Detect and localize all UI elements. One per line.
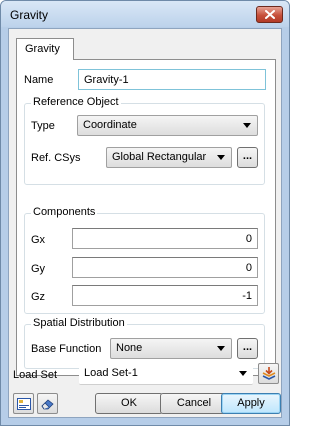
- chevron-down-icon: [217, 155, 225, 160]
- components-title: Components: [31, 206, 98, 218]
- load-set-select-value: Load Set-1: [84, 367, 138, 379]
- gravity-dialog: Gravity Gravity Name Reference Object Ty…: [0, 0, 290, 426]
- cancel-button[interactable]: Cancel: [160, 393, 228, 414]
- gy-input[interactable]: [72, 257, 258, 278]
- base-function-select[interactable]: None: [110, 338, 232, 359]
- close-icon: [264, 10, 275, 19]
- reference-object-title: Reference Object: [31, 96, 121, 108]
- type-label: Type: [31, 120, 55, 132]
- gz-label: Gz: [31, 291, 46, 303]
- close-button[interactable]: [256, 6, 283, 23]
- gy-label: Gy: [31, 263, 46, 275]
- ok-button[interactable]: OK: [95, 393, 163, 414]
- gx-label: Gx: [31, 234, 46, 246]
- ref-csys-label: Ref. CSys: [31, 152, 81, 164]
- chevron-down-icon: [217, 346, 225, 351]
- gz-input[interactable]: [72, 285, 258, 306]
- base-function-browse-button[interactable]: ...: [237, 338, 258, 359]
- type-select-value: Coordinate: [83, 119, 137, 131]
- ref-csys-browse-button[interactable]: ...: [237, 147, 258, 168]
- tab-gravity[interactable]: Gravity: [16, 38, 74, 60]
- spatial-distribution-group: Spatial Distribution Base Function None …: [24, 317, 265, 369]
- tab-gravity-label: Gravity: [25, 43, 60, 55]
- eraser-icon: [40, 398, 54, 409]
- chevron-down-icon: [243, 123, 251, 128]
- tab-panel: Name Reference Object Type Coordinate Re…: [16, 59, 276, 376]
- base-function-select-value: None: [116, 342, 143, 354]
- ref-csys-select[interactable]: Global Rectangular: [106, 147, 232, 168]
- ref-csys-select-value: Global Rectangular: [112, 151, 207, 163]
- panel-icon: [16, 397, 31, 410]
- window-title: Gravity: [10, 8, 49, 22]
- load-set-label: Load Set: [13, 369, 58, 381]
- dialog-body: Gravity Name Reference Object Type Coord…: [8, 28, 282, 418]
- spatial-distribution-title: Spatial Distribution: [31, 317, 127, 329]
- layers-arrow-icon: [262, 366, 275, 380]
- apply-button[interactable]: Apply: [221, 393, 281, 414]
- reference-object-group: Reference Object Type Coordinate Ref. CS…: [24, 96, 265, 185]
- name-label: Name: [24, 74, 54, 86]
- load-set-select[interactable]: Load Set-1: [79, 364, 253, 385]
- base-function-label: Base Function: [31, 343, 102, 355]
- components-group: Components Gx Gy Gz: [24, 206, 265, 314]
- name-input[interactable]: [78, 69, 266, 90]
- load-set-manager-button[interactable]: [258, 363, 279, 384]
- clear-button[interactable]: [37, 393, 58, 414]
- panel-settings-button[interactable]: [13, 393, 34, 414]
- chevron-down-icon: [239, 371, 247, 376]
- type-select[interactable]: Coordinate: [77, 115, 258, 136]
- gx-input[interactable]: [72, 228, 258, 249]
- title-bar[interactable]: Gravity: [1, 1, 289, 27]
